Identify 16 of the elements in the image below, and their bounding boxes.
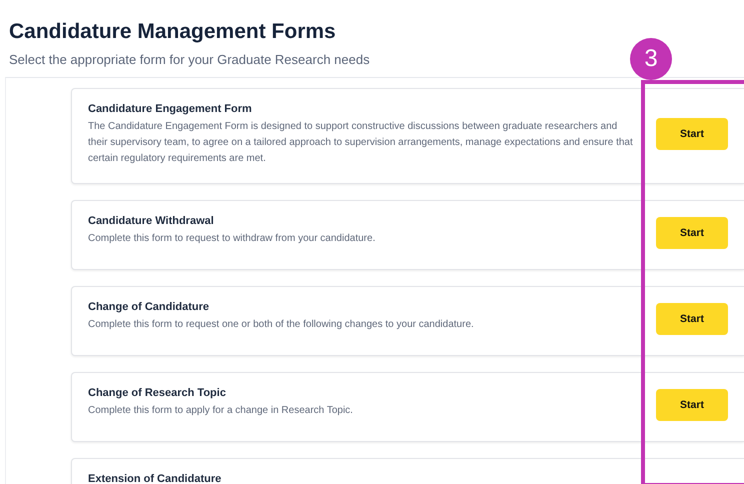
- start-button[interactable]: Start: [656, 389, 728, 421]
- form-description: Complete this form to apply for a change in Research Topic.: [88, 404, 354, 418]
- form-title: Candidature Engagement Form: [88, 103, 253, 115]
- page-subtitle: Select the appropriate form for your Graduate Research needs: [9, 52, 370, 67]
- start-button[interactable]: Start: [656, 303, 728, 335]
- form-description: Complete this form to request one or both of the following changes to your candidature.: [88, 318, 475, 332]
- form-title: Change of Candidature: [88, 301, 210, 313]
- form-title: Candidature Withdrawal: [88, 215, 215, 227]
- start-button[interactable]: Start: [656, 217, 728, 249]
- page-title: Candidature Management Forms: [9, 20, 337, 44]
- form-description: The Candidature Engagement Form is designed to support constructive discussions between graduate researchers and their supervisory team, to agree on a tailored approach to supervision arrangements, manage expectations and ensure that certain regulatory requirements are met.: [88, 120, 634, 166]
- annotation-badge: 3: [630, 38, 672, 80]
- start-button[interactable]: Start: [656, 118, 728, 150]
- form-description: Complete this form to request to withdraw from your candidature.: [88, 232, 376, 246]
- form-title: Change of Research Topic: [88, 387, 227, 399]
- form-title: Extension of Candidature: [88, 473, 222, 484]
